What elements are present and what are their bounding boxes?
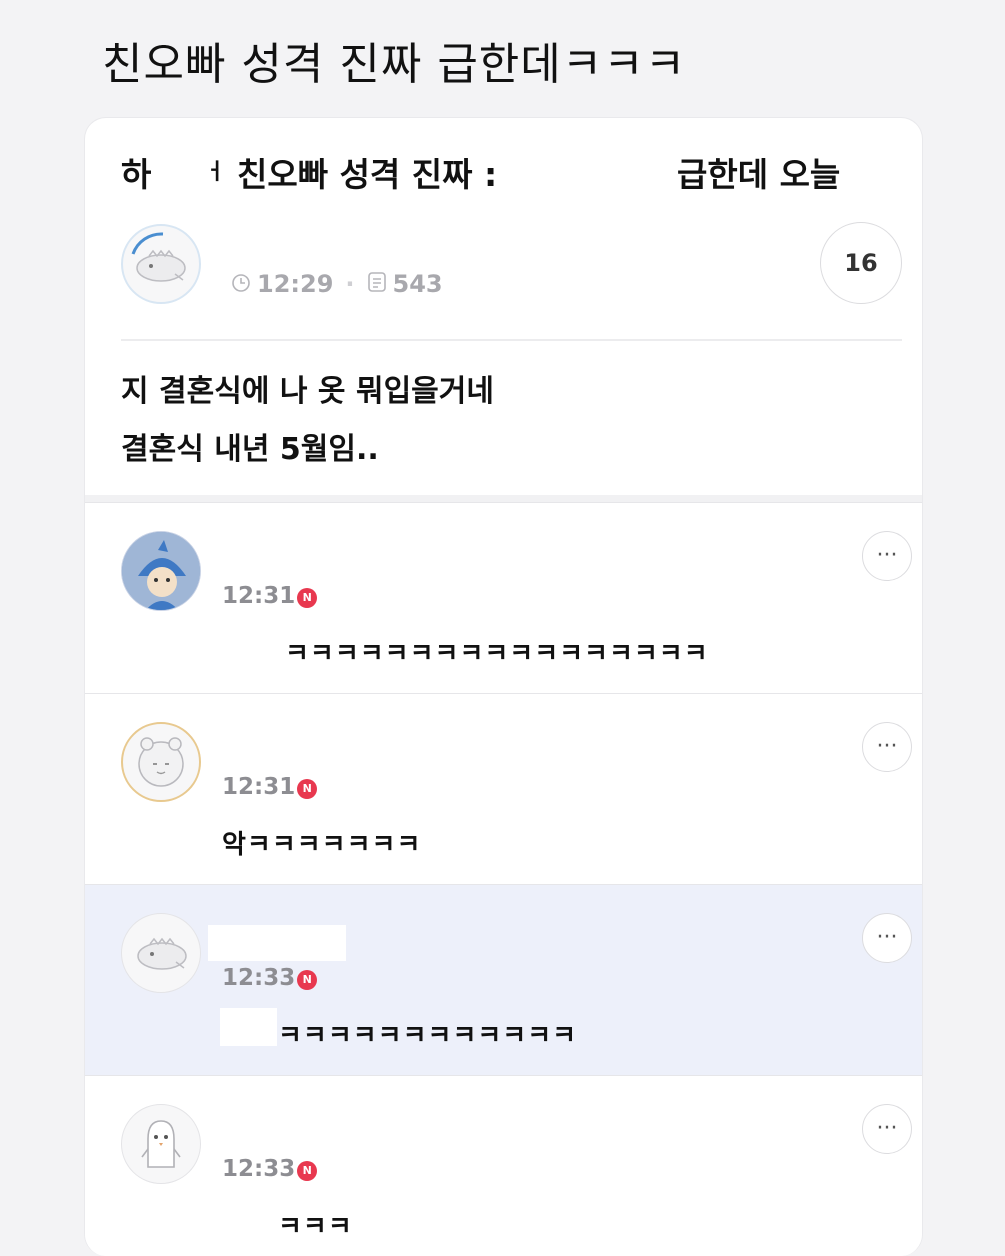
penguin-avatar-icon (141, 1120, 181, 1168)
divider (121, 339, 902, 341)
commenter-avatar[interactable] (121, 722, 201, 802)
comment-item: 12:31 N 악ㅋㅋㅋㅋㅋㅋㅋ ··· (85, 693, 922, 884)
post-title-part-4: 급한데 오늘 (677, 155, 841, 194)
dino-avatar-icon (131, 232, 186, 282)
comment-time: 12:33 N (222, 965, 318, 991)
comment-text: ㅋㅋㅋ (278, 1212, 353, 1242)
post-title-part-3: 친오빠 성격 진짜 : (237, 155, 498, 194)
hamster-avatar-icon (138, 737, 184, 787)
new-badge: N (297, 1161, 318, 1181)
new-badge: N (297, 779, 318, 799)
post-views: 543 (392, 270, 443, 298)
redacted-name (208, 925, 346, 961)
shark-costume-avatar-icon (122, 532, 200, 610)
comment-time: 12:31 N (222, 774, 318, 800)
more-icon[interactable]: ··· (862, 722, 912, 772)
commenter-avatar[interactable] (121, 531, 201, 611)
clock-icon (231, 271, 251, 299)
comment-text: ㅋㅋㅋㅋㅋㅋㅋㅋㅋㅋㅋㅋㅋㅋㅋㅋㅋ (285, 639, 709, 669)
post-body-line-1: 지 결혼식에 나 옷 뭐입을거네 (121, 374, 494, 409)
more-icon[interactable]: ··· (862, 531, 912, 581)
post-card: 하 ㅓ 친오빠 성격 진짜 : 급한데 오늘 12:29 · 543 16 지 결… (84, 117, 923, 1256)
more-icon[interactable]: ··· (862, 913, 912, 963)
commenter-avatar[interactable] (121, 913, 201, 993)
post-time: 12:29 (257, 270, 334, 298)
redacted-mention (220, 1008, 277, 1046)
commenter-avatar[interactable] (121, 1104, 201, 1184)
dino-avatar-icon (137, 937, 187, 970)
comment-text: ㅋㅋㅋㅋㅋㅋㅋㅋㅋㅋㅋㅋ (278, 1021, 578, 1051)
document-icon (367, 271, 387, 299)
page-headline: 친오빠 성격 진짜 급한데ㅋㅋㅋ (102, 39, 687, 90)
comment-count-badge[interactable]: 16 (820, 222, 902, 304)
comment-text: 악ㅋㅋㅋㅋㅋㅋㅋ (222, 830, 422, 860)
comment-item: 12:31 N ㅋㅋㅋㅋㅋㅋㅋㅋㅋㅋㅋㅋㅋㅋㅋㅋㅋ ··· (85, 502, 922, 693)
post-title: 하 ㅓ 친오빠 성격 진짜 : 급한데 오늘 (121, 148, 881, 194)
post-body-line-2: 결혼식 내년 5월임.. (121, 432, 379, 467)
post-title-part-1: 하 (121, 155, 152, 194)
post-title-part-2: ㅓ (205, 160, 226, 185)
new-badge: N (297, 588, 318, 608)
comment-time: 12:31 N (222, 583, 318, 609)
comment-time: 12:33 N (222, 1156, 318, 1182)
more-icon[interactable]: ··· (862, 1104, 912, 1154)
comment-item: 12:33 N ㅋㅋㅋ ··· (85, 1075, 922, 1256)
post-meta: 12:29 · 543 (231, 270, 443, 299)
comment-item: 12:33 N ㅋㅋㅋㅋㅋㅋㅋㅋㅋㅋㅋㅋ ··· (85, 884, 922, 1075)
author-avatar[interactable] (121, 224, 201, 304)
new-badge: N (297, 970, 318, 990)
